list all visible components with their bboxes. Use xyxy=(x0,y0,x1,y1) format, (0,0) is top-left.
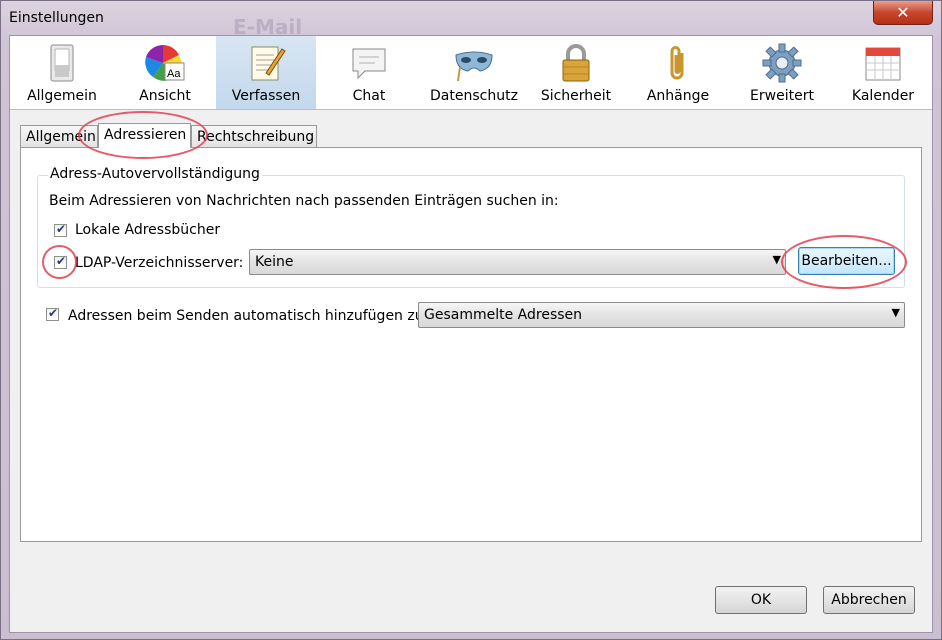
autocomplete-caption: Adress-Autovervollständigung xyxy=(48,166,262,182)
chevron-down-icon: ▼ xyxy=(891,306,900,319)
annotation-circle-ldap-checkbox xyxy=(42,245,77,279)
paperclip-icon xyxy=(670,46,684,80)
tab-rechtschreibung[interactable]: Rechtschreibung xyxy=(191,125,317,147)
toolbar-label: Allgemein xyxy=(27,88,97,104)
local-addressbooks-checkbox[interactable] xyxy=(54,222,67,237)
switch-icon xyxy=(50,44,74,82)
title-bar[interactable]: Einstellungen E-Mail ✕ xyxy=(1,1,941,39)
toolbar-label: Erweitert xyxy=(750,88,814,104)
local-addressbooks-label[interactable]: Lokale Adressbücher xyxy=(75,222,220,238)
tab-panel-adressieren: Adress-Autovervollständigung Beim Adress… xyxy=(20,147,922,542)
toolbar-label: Chat xyxy=(352,88,386,104)
auto-add-checkbox[interactable] xyxy=(46,306,59,321)
toolbar-sicherheit[interactable]: Sicherheit xyxy=(526,36,626,109)
chevron-down-icon: ▼ xyxy=(772,253,781,266)
tab-adressieren[interactable]: Adressieren xyxy=(98,123,191,148)
toolbar-datenschutz[interactable]: Datenschutz xyxy=(422,36,526,109)
mask-icon xyxy=(455,51,493,82)
close-button[interactable]: ✕ xyxy=(873,1,933,25)
toolbar-erweitert[interactable]: Erweitert xyxy=(730,36,834,109)
compose-notepad-icon xyxy=(251,46,286,81)
svg-text:Aa: Aa xyxy=(167,68,181,80)
ok-button[interactable]: OK xyxy=(715,586,807,614)
chat-bubble-icon xyxy=(352,48,386,80)
close-icon: ✕ xyxy=(896,3,910,22)
color-palette-icon: Aa xyxy=(145,44,185,81)
annotation-circle-edit-button xyxy=(781,235,907,289)
padlock-icon xyxy=(562,44,590,82)
toolbar-chat[interactable]: Chat xyxy=(316,36,422,109)
toolbar-verfassen[interactable]: Verfassen xyxy=(216,36,316,109)
gear-icon xyxy=(762,43,802,83)
ldap-server-value: Keine xyxy=(255,254,294,270)
toolbar-label: Verfassen xyxy=(231,88,301,104)
category-toolbar: Allgemein Aa Ansicht Verfassen Chat Date… xyxy=(10,36,932,110)
ldap-server-select[interactable]: Keine ▼ xyxy=(249,249,786,275)
toolbar-anhaenge[interactable]: Anhänge xyxy=(626,36,730,109)
auto-add-target-select[interactable]: Gesammelte Adressen ▼ xyxy=(418,302,905,328)
toolbar-label: Kalender xyxy=(851,88,915,104)
calendar-icon xyxy=(865,47,901,81)
toolbar-label: Ansicht xyxy=(139,88,191,104)
settings-window: Einstellungen E-Mail ✕ Allgemein Aa Ansi… xyxy=(0,0,942,640)
toolbar-ansicht[interactable]: Aa Ansicht xyxy=(114,36,216,109)
dialog-client-area: Allgemein Aa Ansicht Verfassen Chat Date… xyxy=(9,35,933,633)
ldap-label[interactable]: LDAP-Verzeichnisserver: xyxy=(75,255,243,271)
window-title: Einstellungen xyxy=(9,10,104,26)
toolbar-label: Anhänge xyxy=(646,88,710,104)
toolbar-allgemein[interactable]: Allgemein xyxy=(10,36,114,109)
autocomplete-description: Beim Adressieren von Nachrichten nach pa… xyxy=(49,193,559,209)
auto-add-label[interactable]: Adressen beim Senden automatisch hinzufü… xyxy=(68,308,428,324)
toolbar-label: Datenschutz xyxy=(430,88,518,104)
toolbar-kalender[interactable]: Kalender xyxy=(834,36,932,109)
toolbar-label: Sicherheit xyxy=(540,88,612,104)
auto-add-target-value: Gesammelte Adressen xyxy=(424,307,583,323)
cancel-button[interactable]: Abbrechen xyxy=(823,586,915,614)
